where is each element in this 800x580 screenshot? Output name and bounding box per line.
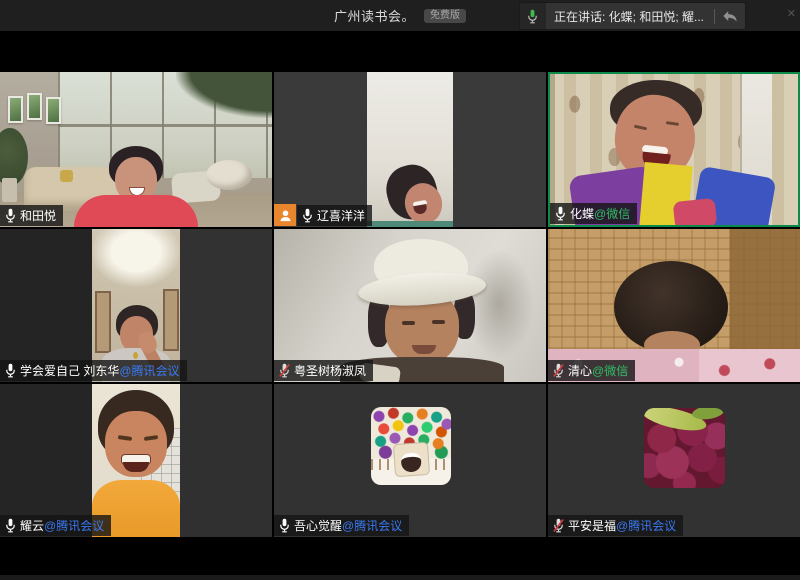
mic-on-icon [302,208,313,223]
video-tile-yangshufeng[interactable]: 粤圣树杨淑凤 [274,229,546,382]
participant-label: 平安是福 @腾讯会议 [548,515,683,536]
participant-label: 和田悦 [0,205,63,226]
jacket-pink-panel [673,198,718,227]
speaking-now-text: 正在讲话: 化蝶; 和田悦; 耀... [546,8,714,25]
person-red-shirt [74,195,198,227]
video-tile-liaoxiyangyang[interactable]: 辽喜洋洋 [274,72,546,227]
participant-name: 清心 [568,362,592,379]
meeting-title: 广州读书会。 [334,6,415,25]
floor-cushion [206,160,252,190]
meeting-window: 广州读书会。 免费版 正在讲话: 化蝶; 和田悦; 耀... ✕ [0,0,800,580]
video-tile-qingxin[interactable]: 清心 @微信 [548,229,800,382]
video-tile-hetianyue[interactable]: 和田悦 [0,72,272,227]
no-video-avatar-icon [274,204,296,226]
participant-platform-suffix: @腾讯会议 [342,517,402,534]
participant-platform-suffix: @微信 [594,205,630,222]
speaking-mic-icon [520,3,546,29]
window-control-icon[interactable]: ✕ [787,9,796,20]
mic-muted-icon [553,518,564,533]
video-tile-liudonghua[interactable]: 学会爱自己 刘东华 @腾讯会议 [0,229,272,382]
participant-name: 耀云 [20,517,44,534]
person-eye [402,321,415,325]
emoji-crowd-avatar [371,407,451,485]
video-bottom-edge [367,221,453,227]
mic-on-icon [5,363,16,378]
participant-platform-suffix: @腾讯会议 [44,517,104,534]
necklace [133,352,138,359]
mic-on-icon [5,208,16,223]
participant-platform-suffix: @微信 [592,362,628,379]
video-tile-wuxinjuexing[interactable]: 吾心觉醒 @腾讯会议 [274,384,546,537]
background-door [95,291,111,353]
mic-on-icon [5,518,16,533]
participant-platform-suffix: @腾讯会议 [616,517,676,534]
participant-label: 吾心觉醒 @腾讯会议 [274,515,409,536]
wall-picture [8,96,23,123]
participant-name: 平安是福 [568,517,616,534]
participant-name: 吾心觉醒 [294,517,342,534]
window-foliage [176,72,272,118]
bayberry-avatar [644,408,725,488]
plant-pot [2,178,17,202]
mic-muted-icon [279,363,290,378]
couch-pillow [60,170,73,182]
video-tile-pinganshifu[interactable]: 平安是福 @腾讯会议 [548,384,800,537]
video-tile-huadie-active-speaker[interactable]: 化蝶 @微信 [548,72,800,227]
laughing-character-mouth [401,452,422,472]
mic-on-icon [555,206,566,221]
video-tile-yaoyun[interactable]: 耀云 @腾讯会议 [0,384,272,537]
background-door [163,289,179,351]
free-version-badge: 免费版 [424,9,466,23]
participant-label: 化蝶 @微信 [550,203,637,224]
participant-label: 学会爱自己 刘东华 @腾讯会议 [0,360,187,381]
participant-label: 耀云 @腾讯会议 [0,515,111,536]
bottom-toolbar-edge [0,575,800,580]
mic-on-icon [279,518,290,533]
collapse-arrow-icon[interactable] [715,3,745,29]
participant-name: 化蝶 [570,205,594,222]
participant-name: 粤圣树杨淑凤 [294,362,366,379]
laughing-character [393,442,430,477]
wall-picture [27,93,42,120]
participant-platform-suffix: @腾讯会议 [119,362,179,379]
person-eye [432,320,445,324]
participant-name: 学会爱自己 刘东华 [20,362,119,379]
speaking-indicator-panel: 正在讲话: 化蝶; 和田悦; 耀... [519,2,746,30]
mic-muted-icon [553,363,564,378]
participant-label: 辽喜洋洋 [297,205,372,226]
participant-label: 清心 @微信 [548,360,635,381]
wall-picture [46,97,61,124]
participant-label: 粤圣树杨淑凤 [274,360,373,381]
video-grid: 和田悦 辽喜洋洋 [0,72,800,537]
participant-name: 辽喜洋洋 [317,207,365,224]
participant-name: 和田悦 [20,207,56,224]
